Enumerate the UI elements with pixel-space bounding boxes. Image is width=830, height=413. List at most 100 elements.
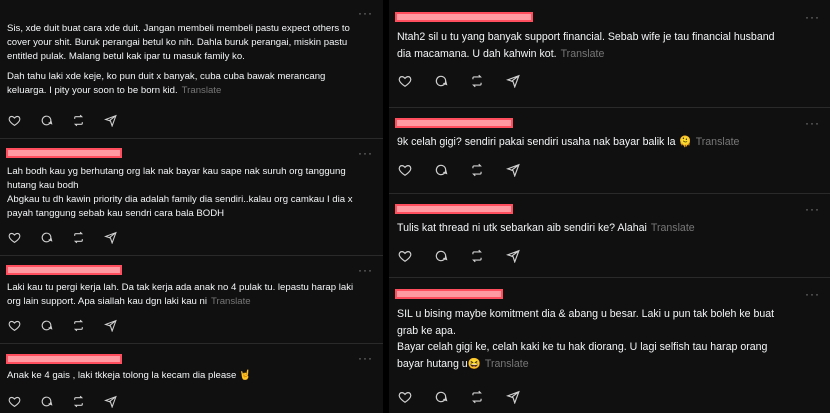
translate-link[interactable]: Translate: [651, 222, 695, 234]
translate-link[interactable]: Translate: [211, 296, 251, 307]
translate-link[interactable]: Translate: [561, 48, 605, 60]
repost-button[interactable]: [470, 389, 506, 405]
share-icon: [104, 231, 117, 244]
redacted-username: [6, 354, 122, 364]
like-button[interactable]: [398, 162, 434, 178]
like-button[interactable]: [398, 248, 434, 264]
divider: [0, 255, 383, 256]
more-options-button[interactable]: ···: [358, 146, 373, 160]
like-button[interactable]: [398, 389, 434, 405]
redacted-username: [395, 204, 513, 214]
more-options-button[interactable]: ···: [805, 202, 820, 216]
share-button[interactable]: [506, 162, 542, 178]
like-button[interactable]: [8, 229, 40, 245]
comment-icon: [41, 320, 53, 330]
like-button[interactable]: [8, 317, 40, 333]
translate-link[interactable]: Translate: [485, 358, 529, 370]
reply-text-continued: Dah tahu laki xde keje, ko pun duit x ba…: [7, 71, 326, 96]
reply-button[interactable]: [434, 389, 470, 405]
reply-button[interactable]: [434, 73, 470, 89]
reply-button[interactable]: [40, 393, 72, 409]
translate-link[interactable]: Translate: [182, 85, 222, 96]
repost-button[interactable]: [72, 229, 104, 245]
divider: [389, 107, 830, 108]
share-icon: [506, 249, 520, 263]
reply-text: Ntah2 sil u tu yang banyak support finan…: [397, 31, 775, 60]
comment-icon: [41, 115, 53, 125]
share-button[interactable]: [506, 73, 542, 89]
heart-icon: [8, 320, 21, 331]
reply-text: Sis, xde duit buat cara xde duit. Jangan…: [7, 23, 350, 62]
share-button[interactable]: [104, 393, 136, 409]
post-actions: [398, 162, 542, 178]
share-icon: [104, 114, 117, 127]
heart-icon: [398, 251, 412, 262]
comment-icon: [435, 250, 448, 262]
comment-icon: [435, 164, 448, 176]
redacted-username: [395, 118, 513, 128]
reply-text: Tulis kat thread ni utk sebarkan aib sen…: [397, 222, 695, 234]
share-icon: [506, 163, 520, 177]
more-options-button[interactable]: ···: [358, 263, 373, 277]
reply-text: Lah bodh kau yg berhutang org lak nak ba…: [7, 166, 353, 219]
redacted-username: [6, 265, 122, 275]
reply-button[interactable]: [434, 162, 470, 178]
heart-icon: [398, 76, 412, 87]
heart-icon: [398, 392, 412, 403]
divider: [389, 277, 830, 278]
reply-button[interactable]: [434, 248, 470, 264]
repost-icon: [472, 163, 482, 177]
right-thread-column: ··· Ntah2 sil u tu yang banyak support f…: [389, 0, 830, 413]
like-button[interactable]: [8, 393, 40, 409]
post-actions: [8, 112, 136, 128]
repost-button[interactable]: [470, 73, 506, 89]
post-actions: [398, 389, 542, 405]
reply-button[interactable]: [40, 229, 72, 245]
reply-button[interactable]: [40, 112, 72, 128]
redacted-username: [6, 148, 122, 158]
post-actions: [398, 73, 542, 89]
reply-text: Laki kau tu pergi kerja lah. Da tak kerj…: [7, 282, 354, 307]
share-icon: [104, 395, 117, 408]
post-actions: [8, 393, 136, 409]
divider: [0, 138, 383, 139]
share-icon: [506, 74, 520, 88]
share-button[interactable]: [506, 389, 542, 405]
reply-button[interactable]: [40, 317, 72, 333]
comment-icon: [41, 232, 53, 242]
share-button[interactable]: [104, 112, 136, 128]
translate-link[interactable]: Translate: [696, 136, 740, 148]
more-options-button[interactable]: ···: [358, 6, 373, 20]
heart-icon: [8, 115, 21, 126]
reply-text: Anak ke 4 gais , laki tkkeja tolong la k…: [7, 370, 251, 381]
like-button[interactable]: [398, 73, 434, 89]
repost-icon: [73, 114, 84, 126]
more-options-button[interactable]: ···: [805, 116, 820, 130]
post-actions: [398, 248, 542, 264]
share-icon: [506, 390, 520, 404]
comment-icon: [435, 75, 448, 87]
share-icon: [104, 319, 117, 332]
repost-icon: [73, 395, 84, 407]
repost-icon: [73, 231, 84, 243]
reply-text: SIL u bising maybe komitment dia & abang…: [397, 308, 775, 370]
more-options-button[interactable]: ···: [805, 287, 820, 301]
post-actions: [8, 317, 136, 333]
divider: [389, 193, 830, 194]
more-options-button[interactable]: ···: [358, 351, 373, 365]
like-button[interactable]: [8, 112, 40, 128]
share-button[interactable]: [104, 317, 136, 333]
more-options-button[interactable]: ···: [805, 10, 820, 24]
repost-icon: [73, 319, 84, 331]
repost-icon: [472, 249, 482, 263]
comment-icon: [435, 391, 448, 403]
share-button[interactable]: [104, 229, 136, 245]
repost-button[interactable]: [72, 393, 104, 409]
repost-button[interactable]: [470, 162, 506, 178]
share-button[interactable]: [506, 248, 542, 264]
repost-button[interactable]: [72, 317, 104, 333]
redacted-username: [395, 12, 533, 22]
repost-button[interactable]: [72, 112, 104, 128]
repost-button[interactable]: [470, 248, 506, 264]
heart-icon: [8, 232, 21, 243]
